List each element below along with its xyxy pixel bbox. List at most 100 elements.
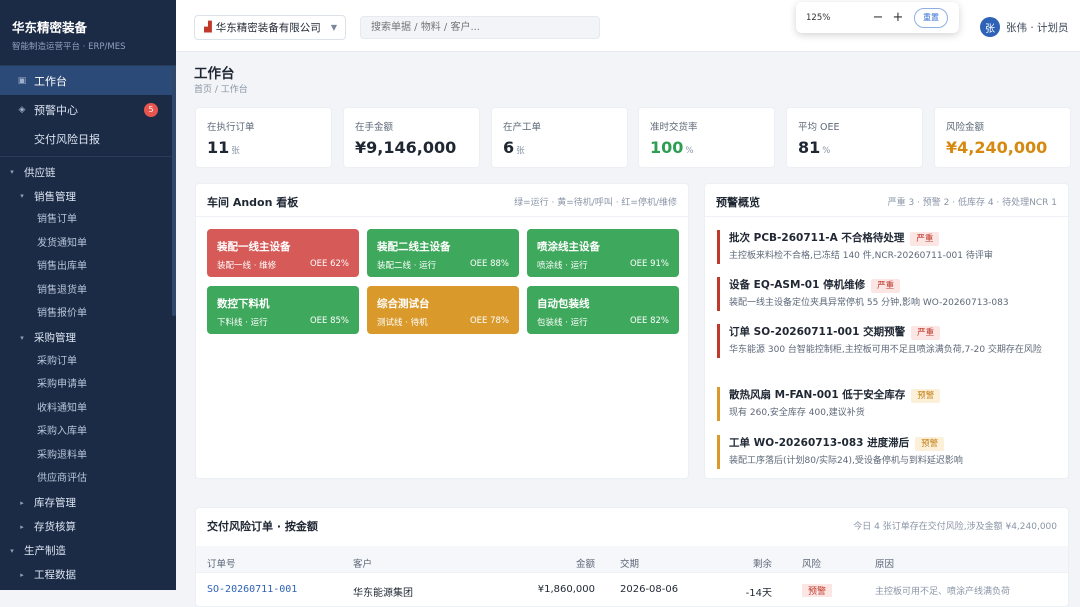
tile-status: 装配一线 · 维修 [217, 261, 277, 271]
kpi-label: 风险金额 [946, 122, 985, 133]
tile-oee: OEE 62% [309, 259, 349, 269]
nav-group[interactable]: ▾ 销售管理 [0, 184, 176, 208]
chevron-down-icon: ▾ [20, 192, 24, 200]
nav-primary: ▣ 工作台 ◈ 预警中心 5 交付风险日报 [0, 66, 176, 153]
sidebar-scrollbar[interactable] [172, 66, 176, 316]
nav-group[interactable]: ▸ 存货核算 [0, 515, 176, 539]
alert-title-row: 批次 PCB-260711-A 不合格待处理 严重 [729, 230, 1062, 246]
andon-tile[interactable]: 数控下料机 下料线 · 运行 OEE 85% [207, 286, 359, 334]
nav-group[interactable]: ▾ 生产制造 [0, 539, 176, 563]
table-cell: 华东能源集团 [353, 588, 413, 599]
kpi-unit: % [822, 146, 831, 156]
kpi-card: 在执行订单 11 张 [195, 107, 332, 168]
zoom-control: 125% − + 重置 [796, 2, 959, 33]
kpi-card: 在手金额 ¥9,146,000 [343, 107, 480, 168]
nav-leaf[interactable]: 销售出库单 [0, 255, 176, 279]
alert-title: 设备 EQ-ASM-01 停机维修 [729, 279, 866, 291]
nav-group-label: 工程数据 [34, 569, 76, 581]
alert-level-tag: 严重 [910, 232, 940, 246]
nav-leaf[interactable]: 采购订单 [0, 350, 176, 374]
kpi-label: 在手金额 [355, 122, 394, 133]
column-header: 金额 [575, 559, 595, 570]
kpi-card: 平均 OEE 81% [786, 107, 923, 168]
user-name: 张伟 · 计划员 [1006, 21, 1069, 34]
breadcrumb[interactable]: 首页 / 工作台 [194, 82, 248, 95]
alert-description: 华东能源 300 台智能控制柜,主控板可用不足且喷涂满负荷,7-20 交期存在风… [729, 345, 1042, 355]
andon-tile[interactable]: 喷涂线主设备 喷涂线 · 运行 OEE 91% [527, 229, 679, 277]
alert-title-row: 订单 SO-20260711-001 交期预警 严重 [729, 324, 1062, 340]
alert-description: 装配工序落后(计划80/实际24),受设备停机与到料延迟影响 [729, 456, 963, 466]
kpi-card: 风险金额 ¥4,240,000 [934, 107, 1071, 168]
nav-leaf[interactable]: 采购入库单 [0, 420, 176, 444]
user-menu[interactable]: 张 张伟 · 计划员 [980, 17, 1069, 37]
nav-group[interactable]: ▾ 采购管理 [0, 326, 176, 350]
zoom-out-button[interactable]: − [868, 10, 888, 25]
andon-tile[interactable]: 装配二线主设备 装配二线 · 运行 OEE 88% [367, 229, 519, 277]
alerts-summary: 严重 3 · 预警 2 · 低库存 4 · 待处理NCR 1 [887, 198, 1057, 208]
search-input[interactable] [360, 16, 600, 39]
kpi-label: 平均 OEE [798, 122, 840, 133]
alert-level-tag: 预警 [915, 437, 945, 451]
alert-level-tag: 严重 [871, 279, 901, 293]
alert-title-row: 工单 WO-20260713-083 进度滞后 预警 [729, 435, 1062, 451]
andon-tile[interactable]: 装配一线主设备 装配一线 · 维修 OEE 62% [207, 229, 359, 277]
risk-table-panel: 交付风险订单 · 按金额 今日 4 张订单存在交付风险,涉及金额 ¥4,240,… [195, 507, 1069, 607]
chevron-down-icon: ▼ [330, 23, 337, 32]
alert-item[interactable]: 散热风扇 M-FAN-001 低于安全库存 预警 现有 260,安全库存 400,建… [717, 387, 1062, 421]
column-header: 风险 [802, 559, 822, 570]
nav-leaf[interactable]: 发货通知单 [0, 232, 176, 256]
alert-title-row: 散热风扇 M-FAN-001 低于安全库存 预警 [729, 387, 1062, 403]
nav-leaf[interactable]: 收料通知单 [0, 397, 176, 421]
nav-leaf[interactable]: 采购退料单 [0, 444, 176, 468]
kpi-unit: 张 [516, 146, 525, 156]
tile-oee: OEE 91% [629, 259, 669, 269]
nav-item-1[interactable]: ◈ 预警中心 5 [0, 95, 176, 124]
nav-divider [0, 156, 176, 157]
nav-item-0[interactable]: ▣ 工作台 [0, 66, 176, 95]
table-cell: -14天 [745, 588, 772, 599]
nav-group[interactable]: ▸ 工程数据 [0, 563, 176, 587]
alerts-panel: 预警概览 严重 3 · 预警 2 · 低库存 4 · 待处理NCR 1 批次 P… [704, 183, 1069, 479]
alert-title: 工单 WO-20260713-083 进度滞后 [729, 437, 910, 449]
column-header: 原因 [875, 559, 895, 570]
andon-tile[interactable]: 自动包装线 包装线 · 运行 OEE 82% [527, 286, 679, 334]
nav-leaf[interactable]: 销售报价单 [0, 302, 176, 326]
alert-level-tag: 预警 [911, 389, 941, 403]
alert-item[interactable]: 订单 SO-20260711-001 交期预警 严重华东能源 300 台智能控制柜… [717, 324, 1062, 358]
alert-item[interactable]: 工单 WO-20260713-083 进度滞后 预警装配工序落后(计划80/实际2… [717, 435, 1062, 469]
alert-icon: ◈ [18, 104, 26, 115]
zoom-level: 125% [806, 12, 831, 23]
zoom-reset-button[interactable]: 重置 [914, 7, 948, 28]
nav-leaf[interactable]: 供应商评估 [0, 467, 176, 491]
company-select[interactable]: ▟ 华东精密装备有限公司 ▼ [194, 15, 346, 40]
nav-group-label: 采购管理 [34, 332, 76, 344]
tile-oee: OEE 85% [309, 316, 349, 326]
andon-tile[interactable]: 综合测试台 测试线 · 待机 OEE 78% [367, 286, 519, 334]
alert-description: 装配一线主设备定位夹具异常停机 55 分钟,影响 WO-20260713-083 [729, 298, 1009, 308]
nav-group-label: 供应链 [24, 166, 56, 179]
table-cell: 预警 [802, 584, 833, 597]
kpi-value-row: 81% [798, 138, 830, 157]
nav-leaf[interactable]: 销售订单 [0, 208, 176, 232]
kpi-unit: 张 [231, 146, 240, 156]
alert-item[interactable]: 设备 EQ-ASM-01 停机维修 严重装配一线主设备定位夹具异常停机 55 分钟… [717, 277, 1062, 311]
kpi-card: 准时交货率 100% [638, 107, 775, 168]
nav-item-2[interactable]: 交付风险日报 [0, 124, 176, 153]
alert-item[interactable]: 批次 PCB-260711-A 不合格待处理 严重主控板来料检不合格,已冻结 14… [717, 230, 1062, 264]
nav-group[interactable]: ▾ 供应链 [0, 160, 176, 184]
alert-description: 主控板来料检不合格,已冻结 140 件,NCR-20260711-001 待评审 [729, 251, 993, 261]
tile-name: 喷涂线主设备 [537, 241, 600, 253]
tile-status: 测试线 · 待机 [377, 318, 428, 328]
column-header: 客户 [353, 559, 373, 570]
zoom-in-button[interactable]: + [888, 10, 908, 25]
alert-title: 订单 SO-20260711-001 交期预警 [729, 326, 906, 338]
nav-leaf[interactable]: 采购申请单 [0, 373, 176, 397]
risk-table-note: 今日 4 张订单存在交付风险,涉及金额 ¥4,240,000 [853, 522, 1057, 532]
company-name: 华东精密装备有限公司 [215, 22, 321, 34]
nav-leaf[interactable]: 销售退货单 [0, 279, 176, 303]
alert-title: 批次 PCB-260711-A 不合格待处理 [729, 232, 905, 244]
nav-group[interactable]: ▸ 库存管理 [0, 491, 176, 515]
tile-name: 装配一线主设备 [217, 241, 291, 253]
kpi-label: 在产工单 [503, 122, 542, 133]
kpi-value-row: 11 张 [207, 138, 240, 157]
